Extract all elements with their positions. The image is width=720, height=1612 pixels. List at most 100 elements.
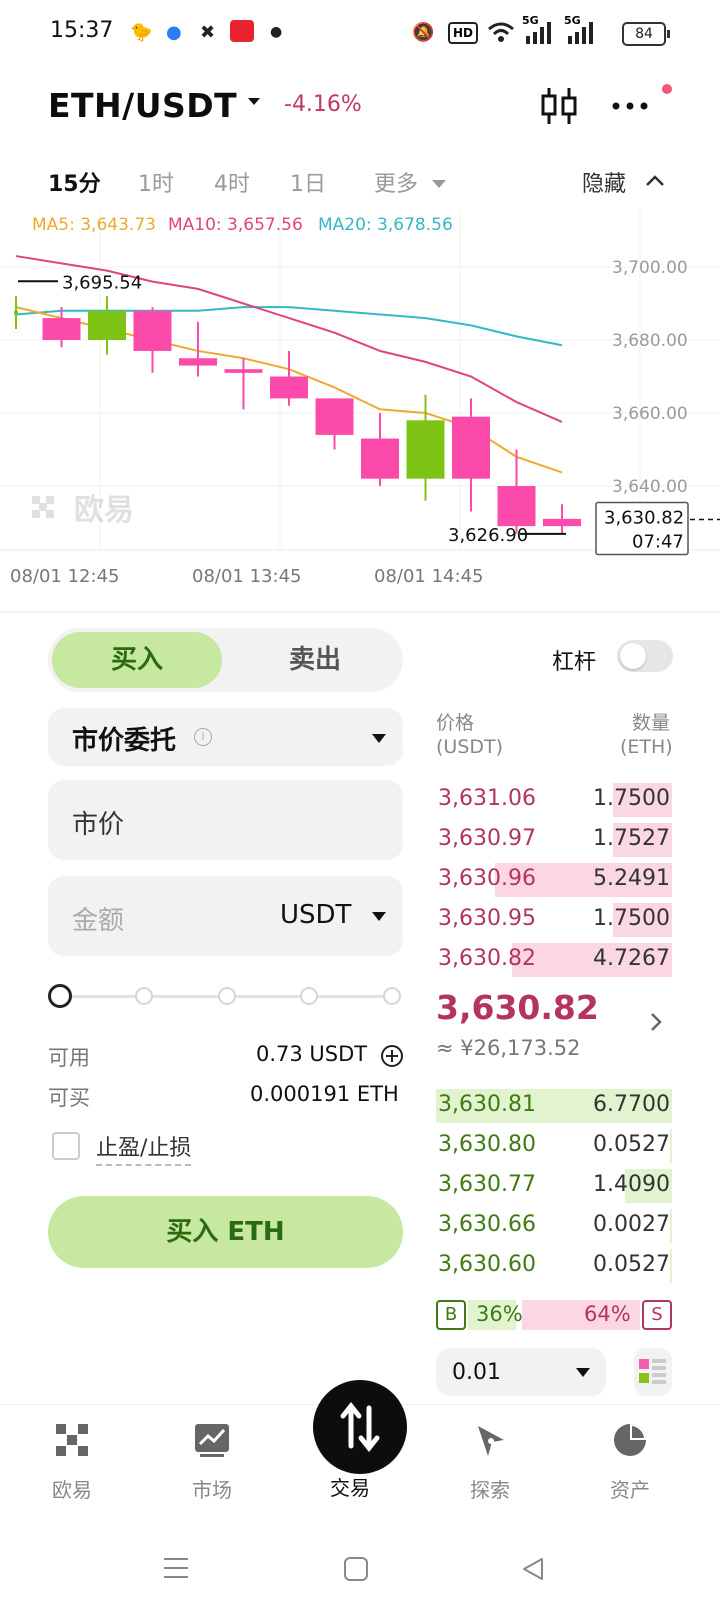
more-dropdown-icon[interactable] (432, 180, 446, 188)
leverage-label: 杠杆 (552, 650, 597, 675)
sell-tab[interactable]: 卖出 (240, 632, 390, 688)
candle-body (14, 310, 18, 315)
x-tick-label: 08/01 14:45 (374, 566, 483, 587)
amount-field[interactable]: 金额 USDT (48, 876, 403, 956)
candle-countdown: 07:47 (632, 532, 684, 553)
bid-price: 3,630.81 (438, 1092, 536, 1117)
order-type-select[interactable]: 市价委托 i (48, 708, 403, 766)
candle-body (543, 518, 581, 527)
bid-quantity: 1.4090 (593, 1172, 670, 1197)
chevron-down-icon[interactable] (372, 912, 386, 921)
slider-step-75[interactable] (300, 987, 318, 1005)
ask-quantity: 4.7267 (593, 946, 670, 971)
amount-slider-knob[interactable] (48, 984, 72, 1008)
news-app-icon (230, 20, 254, 42)
more-menu-icon[interactable] (608, 84, 652, 128)
ask-row[interactable]: 3,630.95 1.7500 (436, 900, 672, 938)
candle-body (270, 376, 308, 399)
notification-app-icon: 🐤 (130, 22, 153, 43)
qty-column-unit: (ETH) (620, 736, 673, 758)
battery-indicator: 84 (622, 22, 670, 46)
chevron-right-icon[interactable] (648, 1010, 664, 1034)
watermark-logo-square (39, 503, 47, 511)
compass-icon (478, 1426, 504, 1456)
tab-1h[interactable]: 1时 (138, 166, 174, 198)
last-price[interactable]: 3,630.82 (436, 988, 599, 1027)
ma-label-ma10: MA10: 3,657.56 (168, 215, 303, 235)
ask-row[interactable]: 3,630.97 1.7527 (436, 820, 672, 858)
chevron-down-icon (372, 734, 386, 743)
ma-label-ma5: MA5: 3,643.73 (32, 215, 156, 235)
ask-row[interactable]: 3,630.96 5.2491 (436, 860, 672, 898)
candle-body (133, 310, 172, 351)
ask-price: 3,630.97 (438, 826, 536, 851)
system-navigation-bar (0, 1530, 720, 1612)
tab-15m[interactable]: 15分 (48, 166, 101, 198)
tp-sl-checkbox[interactable] (52, 1132, 80, 1160)
nav-label-okx: 欧易 (52, 1478, 92, 1502)
amount-unit-select[interactable]: USDT (280, 900, 351, 930)
candle-body (224, 369, 263, 373)
price-field[interactable]: 市价 (48, 780, 403, 860)
nav-okx[interactable]: 欧易 (22, 1420, 122, 1503)
precision-select[interactable]: 0.01 (436, 1348, 606, 1396)
bid-row[interactable]: 3,630.60 0.0527 (436, 1246, 672, 1284)
home-icon[interactable] (343, 1556, 369, 1582)
candle-body (361, 438, 399, 479)
bid-row[interactable]: 3,630.80 0.0527 (436, 1126, 672, 1164)
info-icon[interactable]: i (194, 728, 212, 746)
swap-arrows-icon (340, 1401, 380, 1453)
bid-row[interactable]: 3,630.81 6.7700 (436, 1086, 672, 1124)
nav-explore[interactable]: 探索 (440, 1420, 540, 1503)
slider-step-100[interactable] (383, 987, 401, 1005)
slider-step-25[interactable] (135, 987, 153, 1005)
watermark-text: 欧易 (74, 493, 134, 528)
slider-step-50[interactable] (218, 987, 236, 1005)
add-funds-icon[interactable] (380, 1044, 404, 1068)
y-tick-label: 3,700.00 (612, 258, 688, 278)
bid-price: 3,630.80 (438, 1132, 536, 1157)
candle-body (179, 358, 217, 366)
section-divider (0, 611, 720, 613)
nav-assets[interactable]: 资产 (580, 1420, 680, 1503)
buy-eth-button[interactable]: 买入 ETH (48, 1196, 403, 1268)
market-chart-icon (195, 1424, 229, 1457)
hide-chart-button[interactable]: 隐藏 (582, 166, 626, 198)
ask-quantity: 5.2491 (593, 866, 670, 891)
sell-ratio-value: 64% (584, 1302, 631, 1326)
signal-icon (526, 22, 551, 44)
tab-more[interactable]: 更多 (374, 166, 418, 198)
ask-price: 3,630.82 (438, 946, 536, 971)
orderbook-layout-button[interactable] (634, 1348, 672, 1396)
ask-row[interactable]: 3,630.82 4.7267 (436, 940, 672, 978)
pair-dropdown-icon[interactable] (248, 98, 260, 105)
tp-sl-label[interactable]: 止盈/止损 (96, 1130, 192, 1166)
nav-market[interactable]: 市场 (162, 1420, 262, 1503)
price-chart[interactable]: MA5: 3,643.73 MA10: 3,657.56 MA20: 3,678.5… (0, 210, 720, 610)
bid-price: 3,630.66 (438, 1212, 536, 1237)
candle-body (497, 486, 536, 527)
candle-body (406, 420, 445, 479)
nav-trade[interactable]: 交易 (300, 1462, 400, 1501)
tab-1d[interactable]: 1日 (290, 166, 326, 198)
last-price-label: 3,630.82 (604, 508, 684, 529)
buy-tab[interactable]: 买入 (52, 632, 222, 688)
x-tick-label: 08/01 12:45 (10, 566, 119, 587)
bid-row[interactable]: 3,630.77 1.4090 (436, 1166, 672, 1204)
ask-quantity: 1.7527 (593, 826, 670, 851)
bid-row[interactable]: 3,630.66 0.0027 (436, 1206, 672, 1244)
depth-layout-icon (639, 1359, 666, 1384)
chevron-up-icon[interactable] (644, 172, 666, 188)
ask-row[interactable]: 3,631.06 1.7500 (436, 780, 672, 818)
menu-icon[interactable] (162, 1556, 190, 1580)
candlestick-chart-icon[interactable] (538, 84, 582, 128)
trade-fab[interactable] (313, 1380, 407, 1474)
pie-chart-icon (614, 1424, 646, 1456)
back-icon[interactable] (520, 1556, 546, 1582)
candlestick-chart[interactable]: MA5: 3,643.73 MA10: 3,657.56 MA20: 3,678.5… (0, 210, 720, 610)
trading-pair-title[interactable]: ETH/USDT (48, 86, 237, 125)
tab-4h[interactable]: 4时 (214, 166, 250, 198)
status-time: 15:37 (50, 18, 114, 43)
price-column-unit: (USDT) (436, 736, 504, 758)
buy-ratio-value: 36% (476, 1302, 523, 1326)
